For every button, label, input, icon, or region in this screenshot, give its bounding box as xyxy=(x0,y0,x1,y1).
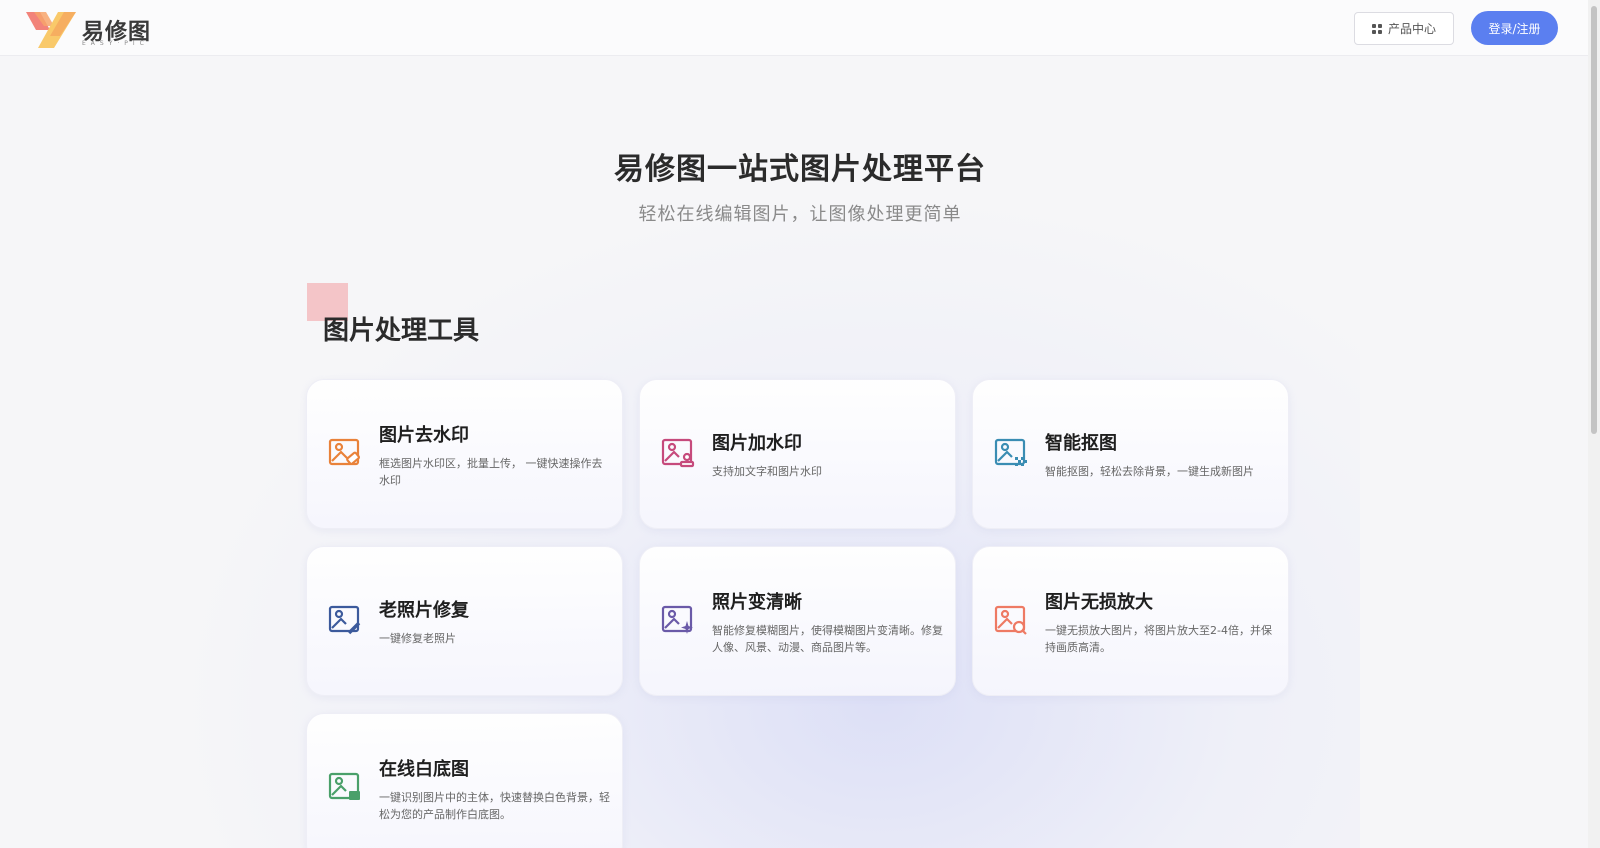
product-center-button[interactable]: 产品中心 xyxy=(1354,12,1454,45)
tool-card-remove-watermark[interactable]: 图片去水印 框选图片水印区，批量上传， 一键快速操作去水印 xyxy=(306,379,623,529)
card-title: 智能抠图 xyxy=(1045,433,1117,454)
page-subtitle: 轻松在线编辑图片，让图像处理更简单 xyxy=(638,204,962,225)
image-repair-icon xyxy=(328,605,361,635)
tool-card-add-watermark[interactable]: 图片加水印 支持加文字和图片水印 xyxy=(639,379,956,529)
image-whitebg-icon xyxy=(328,772,360,800)
card-description: 一键修复老照片 xyxy=(379,632,456,645)
card-description: 智能抠图，轻松去除背景，一键生成新图片 xyxy=(1045,465,1254,478)
card-description: 框选图片水印区，批量上传， 一键快速操作去水印 xyxy=(379,457,603,487)
image-zoom-icon xyxy=(994,605,1027,635)
tool-card-old-photo-repair[interactable]: 老照片修复 一键修复老照片 xyxy=(306,546,623,696)
card-title: 照片变清晰 xyxy=(712,592,802,613)
tool-card-photo-sharpen[interactable]: 照片变清晰 智能修复模糊图片，使得模糊图片变清晰。修复人像、风景、动漫、商品图片… xyxy=(639,546,956,696)
card-title: 图片加水印 xyxy=(712,433,802,454)
grid-icon xyxy=(1371,23,1382,34)
top-header: 易修图 EASY·PIC 产品中心 登录/注册 xyxy=(0,0,1588,56)
section-title: 图片处理工具 xyxy=(323,316,480,346)
card-description: 一键无损放大图片，将图片放大至2-4倍，并保持画质高清。 xyxy=(1045,624,1272,654)
image-stamp-icon xyxy=(661,438,695,468)
card-title: 图片去水印 xyxy=(379,425,469,446)
product-center-label: 产品中心 xyxy=(1387,22,1436,36)
logo[interactable]: 易修图 EASY·PIC xyxy=(20,8,170,50)
tool-card-smart-cutout[interactable]: 智能抠图 智能抠图，轻松去除背景，一键生成新图片 xyxy=(972,379,1289,529)
scrollbar[interactable] xyxy=(1588,0,1600,848)
page-title: 易修图一站式图片处理平台 xyxy=(614,152,986,187)
logo-subtext: EASY·PIC xyxy=(82,40,149,47)
card-description: 一键识别图片中的主体，快速替换白色背景，轻松为您的产品制作白底图。 xyxy=(379,791,610,821)
tool-card-lossless-upscale[interactable]: 图片无损放大 一键无损放大图片，将图片放大至2-4倍，并保持画质高清。 xyxy=(972,546,1289,696)
card-description: 智能修复模糊图片，使得模糊图片变清晰。修复人像、风景、动漫、商品图片等。 xyxy=(712,624,943,654)
card-description: 支持加文字和图片水印 xyxy=(712,465,822,478)
card-title: 图片无损放大 xyxy=(1045,592,1153,613)
image-eraser-icon xyxy=(328,438,361,466)
login-register-button[interactable]: 登录/注册 xyxy=(1471,11,1558,45)
card-title: 老照片修复 xyxy=(379,600,469,621)
card-title: 在线白底图 xyxy=(379,759,469,780)
tool-card-white-background[interactable]: 在线白底图 一键识别图片中的主体，快速替换白色背景，轻松为您的产品制作白底图。 xyxy=(306,713,623,848)
logo-mark-icon xyxy=(26,12,76,48)
image-sparkle-icon xyxy=(661,605,693,634)
image-cutout-icon xyxy=(994,438,1027,466)
